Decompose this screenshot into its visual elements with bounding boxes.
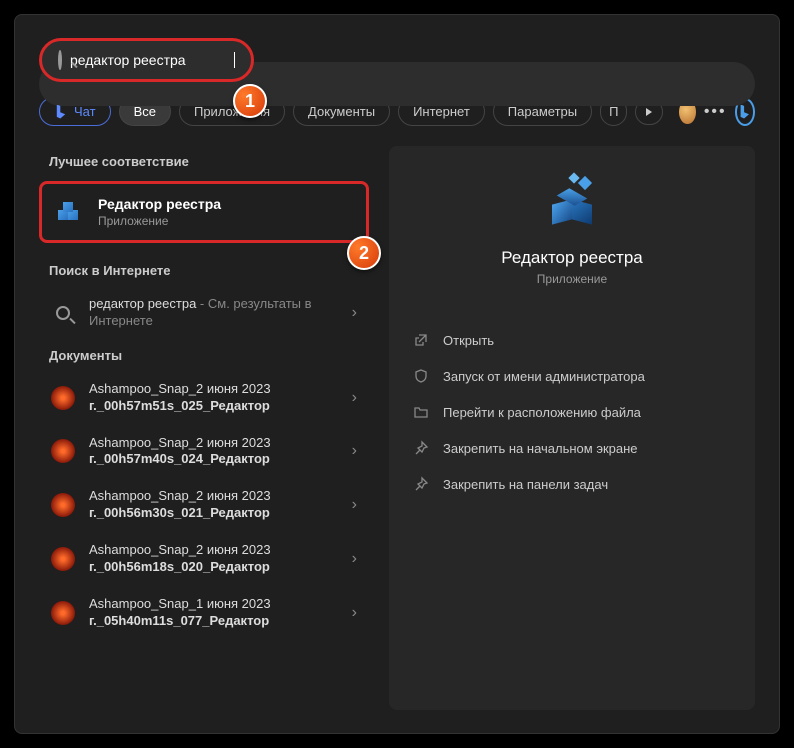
document-name: Ashampoo_Snap_2 июня 2023г._00h56m30s_02… <box>89 488 338 522</box>
action-open[interactable]: Открыть <box>409 322 735 358</box>
pin-start-icon <box>413 440 429 456</box>
folder-icon <box>413 404 429 420</box>
action-folder[interactable]: Перейти к расположению файла <box>409 394 735 430</box>
document-name: Ashampoo_Snap_2 июня 2023г._00h57m40s_02… <box>89 435 338 469</box>
action-admin[interactable]: Запуск от имени администратора <box>409 358 735 394</box>
swirl-icon <box>51 547 75 571</box>
search-icon <box>51 301 75 325</box>
swirl-icon <box>51 439 75 463</box>
callout-2: 2 <box>347 236 381 270</box>
text-cursor <box>234 52 235 68</box>
search-icon <box>58 52 62 68</box>
swirl-icon <box>51 601 75 625</box>
action-pin-start[interactable]: Закрепить на начальном экране <box>409 430 735 466</box>
pin-taskbar-icon <box>413 476 429 492</box>
filter-chat-label: Чат <box>74 104 96 119</box>
chevron-right-icon: › <box>352 496 357 514</box>
chevron-right-icon: › <box>352 304 357 322</box>
best-match-title: Редактор реестра <box>98 196 221 212</box>
open-icon <box>413 332 429 348</box>
chevron-right-icon: › <box>352 442 357 460</box>
document-result[interactable]: Ashampoo_Snap_1 июня 2023г._05h40m11s_07… <box>39 586 369 640</box>
document-result[interactable]: Ashampoo_Snap_2 июня 2023г._00h56m30s_02… <box>39 478 369 532</box>
section-web: Поиск в Интернете <box>39 255 369 286</box>
best-match-result[interactable]: Редактор реестра Приложение <box>39 181 369 243</box>
action-label: Запуск от имени администратора <box>443 369 645 384</box>
web-result-text: редактор реестра - См. результаты в Инте… <box>89 296 338 330</box>
regedit-icon-large <box>542 174 602 234</box>
chevron-right-icon: › <box>352 389 357 407</box>
search-input[interactable]: редактор реестра <box>70 52 233 68</box>
document-name: Ashampoo_Snap_2 июня 2023г._00h57m51s_02… <box>89 381 338 415</box>
action-pin-taskbar[interactable]: Закрепить на панели задач <box>409 466 735 502</box>
bing-icon <box>738 105 752 119</box>
bing-icon <box>54 105 68 119</box>
document-result[interactable]: Ashampoo_Snap_2 июня 2023г._00h57m40s_02… <box>39 425 369 479</box>
detail-panel: Редактор реестра Приложение Открыть Запу… <box>389 146 755 710</box>
play-icon <box>646 108 652 116</box>
search-window: редактор реестра 1 2 Чат Все Приложения … <box>14 14 780 734</box>
chevron-right-icon: › <box>352 604 357 622</box>
web-result[interactable]: редактор реестра - См. результаты в Инте… <box>39 286 369 340</box>
section-best-match: Лучшее соответствие <box>39 146 369 177</box>
search-bar[interactable]: редактор реестра <box>39 38 254 82</box>
document-name: Ashampoo_Snap_2 июня 2023г._00h56m18s_02… <box>89 542 338 576</box>
chevron-right-icon: › <box>352 550 357 568</box>
swirl-icon <box>51 493 75 517</box>
detail-title: Редактор реестра <box>409 248 735 268</box>
action-list: Открыть Запуск от имени администратора П… <box>409 322 735 502</box>
admin-icon <box>413 368 429 384</box>
swirl-icon <box>51 386 75 410</box>
detail-subtitle: Приложение <box>409 272 735 286</box>
results-panel: Лучшее соответствие Редактор реестра При… <box>39 146 369 710</box>
action-label: Открыть <box>443 333 494 348</box>
action-label: Перейти к расположению файла <box>443 405 641 420</box>
document-result[interactable]: Ashampoo_Snap_2 июня 2023г._00h57m51s_02… <box>39 371 369 425</box>
section-documents: Документы <box>39 340 369 371</box>
callout-1: 1 <box>233 84 267 118</box>
document-name: Ashampoo_Snap_1 июня 2023г._05h40m11s_07… <box>89 596 338 630</box>
action-label: Закрепить на панели задач <box>443 477 608 492</box>
action-label: Закрепить на начальном экране <box>443 441 638 456</box>
best-match-subtitle: Приложение <box>98 214 221 228</box>
document-result[interactable]: Ashampoo_Snap_2 июня 2023г._00h56m18s_02… <box>39 532 369 586</box>
regedit-icon <box>56 198 84 226</box>
